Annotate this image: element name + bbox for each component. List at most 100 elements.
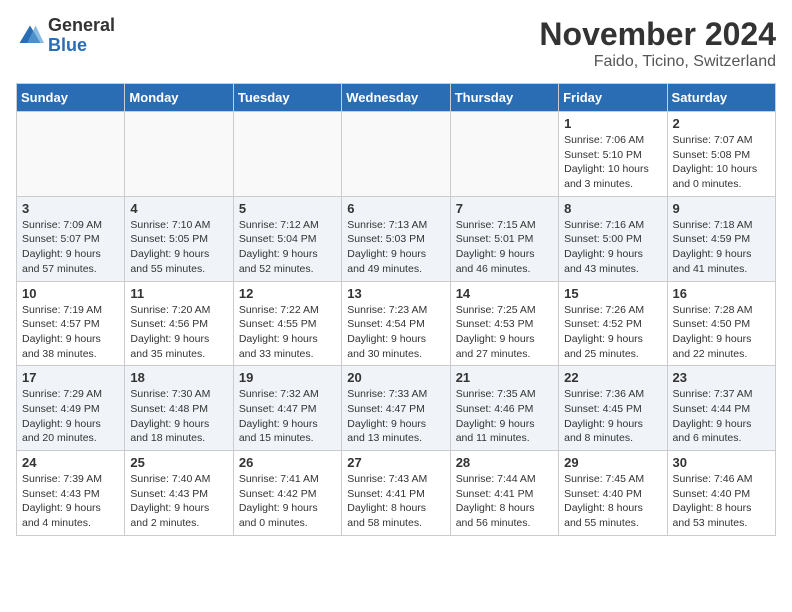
day-info: Sunrise: 7:33 AM Sunset: 4:47 PM Dayligh… — [347, 387, 444, 446]
calendar-cell: 15 Sunrise: 7:26 AM Sunset: 4:52 PM Dayli… — [559, 281, 667, 366]
day-info: Sunrise: 7:30 AM Sunset: 4:48 PM Dayligh… — [130, 387, 227, 446]
day-info: Sunrise: 7:26 AM Sunset: 4:52 PM Dayligh… — [564, 303, 661, 362]
day-number: 5 — [239, 201, 336, 216]
calendar-cell — [233, 112, 341, 197]
calendar-cell: 5Sunrise: 7:12 AM Sunset: 5:04 PM Daylig… — [233, 196, 341, 281]
day-number: 15 — [564, 286, 661, 301]
day-number: 21 — [456, 370, 553, 385]
day-number: 8 — [564, 201, 661, 216]
calendar-cell: 6Sunrise: 7:13 AM Sunset: 5:03 PM Daylig… — [342, 196, 450, 281]
day-info: Sunrise: 7:09 AM Sunset: 5:07 PM Dayligh… — [22, 218, 119, 277]
calendar-table: SundayMondayTuesdayWednesdayThursdayFrid… — [16, 83, 776, 536]
day-number: 27 — [347, 455, 444, 470]
logo-general: General — [48, 16, 115, 36]
day-info: Sunrise: 7:22 AM Sunset: 4:55 PM Dayligh… — [239, 303, 336, 362]
day-info: Sunrise: 7:10 AM Sunset: 5:05 PM Dayligh… — [130, 218, 227, 277]
calendar-cell: 23Sunrise: 7:37 AM Sunset: 4:44 PM Dayli… — [667, 366, 775, 451]
title-area: November 2024 Faido, Ticino, Switzerland — [539, 16, 776, 71]
calendar-cell: 10Sunrise: 7:19 AM Sunset: 4:57 PM Dayli… — [17, 281, 125, 366]
calendar-cell: 27 Sunrise: 7:43 AM Sunset: 4:41 PM Dayli… — [342, 451, 450, 536]
calendar-cell: 18 Sunrise: 7:30 AM Sunset: 4:48 PM Dayli… — [125, 366, 233, 451]
day-number: 18 — [130, 370, 227, 385]
day-number: 7 — [456, 201, 553, 216]
day-number: 26 — [239, 455, 336, 470]
day-number: 23 — [673, 370, 770, 385]
day-info: Sunrise: 7:41 AM Sunset: 4:42 PM Dayligh… — [239, 472, 336, 531]
month-title: November 2024 — [539, 16, 776, 53]
day-number: 13 — [347, 286, 444, 301]
calendar-cell: 22 Sunrise: 7:36 AM Sunset: 4:45 PM Dayli… — [559, 366, 667, 451]
weekday-header-saturday: Saturday — [667, 84, 775, 112]
day-number: 30 — [673, 455, 770, 470]
day-number: 20 — [347, 370, 444, 385]
day-number: 24 — [22, 455, 119, 470]
header: General Blue November 2024 Faido, Ticino… — [16, 16, 776, 71]
day-info: Sunrise: 7:28 AM Sunset: 4:50 PM Dayligh… — [673, 303, 770, 362]
day-number: 4 — [130, 201, 227, 216]
weekday-header-row: SundayMondayTuesdayWednesdayThursdayFrid… — [17, 84, 776, 112]
day-info: Sunrise: 7:29 AM Sunset: 4:49 PM Dayligh… — [22, 387, 119, 446]
day-info: Sunrise: 7:35 AM Sunset: 4:46 PM Dayligh… — [456, 387, 553, 446]
calendar-cell: 21 Sunrise: 7:35 AM Sunset: 4:46 PM Dayli… — [450, 366, 558, 451]
day-number: 2 — [673, 116, 770, 131]
week-row-3: 10Sunrise: 7:19 AM Sunset: 4:57 PM Dayli… — [17, 281, 776, 366]
calendar-cell: 13 Sunrise: 7:23 AM Sunset: 4:54 PM Dayli… — [342, 281, 450, 366]
calendar-cell: 29Sunrise: 7:45 AM Sunset: 4:40 PM Dayli… — [559, 451, 667, 536]
calendar-cell — [17, 112, 125, 197]
calendar-cell: 4 Sunrise: 7:10 AM Sunset: 5:05 PM Daylig… — [125, 196, 233, 281]
week-row-1: 1Sunrise: 7:06 AM Sunset: 5:10 PM Daylig… — [17, 112, 776, 197]
day-number: 12 — [239, 286, 336, 301]
calendar-cell: 24 Sunrise: 7:39 AM Sunset: 4:43 PM Dayli… — [17, 451, 125, 536]
calendar-cell — [450, 112, 558, 197]
day-info: Sunrise: 7:43 AM Sunset: 4:41 PM Dayligh… — [347, 472, 444, 531]
calendar-cell — [342, 112, 450, 197]
weekday-header-wednesday: Wednesday — [342, 84, 450, 112]
day-info: Sunrise: 7:23 AM Sunset: 4:54 PM Dayligh… — [347, 303, 444, 362]
calendar-cell: 30 Sunrise: 7:46 AM Sunset: 4:40 PM Dayli… — [667, 451, 775, 536]
weekday-header-monday: Monday — [125, 84, 233, 112]
calendar-cell: 3Sunrise: 7:09 AM Sunset: 5:07 PM Daylig… — [17, 196, 125, 281]
day-info: Sunrise: 7:07 AM Sunset: 5:08 PM Dayligh… — [673, 133, 770, 192]
logo-icon — [16, 22, 44, 50]
logo-text: General Blue — [48, 16, 115, 56]
calendar-cell: 2 Sunrise: 7:07 AM Sunset: 5:08 PM Daylig… — [667, 112, 775, 197]
calendar-cell: 8 Sunrise: 7:16 AM Sunset: 5:00 PM Daylig… — [559, 196, 667, 281]
day-info: Sunrise: 7:46 AM Sunset: 4:40 PM Dayligh… — [673, 472, 770, 531]
weekday-header-thursday: Thursday — [450, 84, 558, 112]
day-info: Sunrise: 7:16 AM Sunset: 5:00 PM Dayligh… — [564, 218, 661, 277]
day-number: 1 — [564, 116, 661, 131]
day-info: Sunrise: 7:40 AM Sunset: 4:43 PM Dayligh… — [130, 472, 227, 531]
calendar-cell: 19Sunrise: 7:32 AM Sunset: 4:47 PM Dayli… — [233, 366, 341, 451]
calendar-cell: 9Sunrise: 7:18 AM Sunset: 4:59 PM Daylig… — [667, 196, 775, 281]
day-number: 22 — [564, 370, 661, 385]
location-title: Faido, Ticino, Switzerland — [539, 53, 776, 71]
day-info: Sunrise: 7:13 AM Sunset: 5:03 PM Dayligh… — [347, 218, 444, 277]
day-number: 14 — [456, 286, 553, 301]
week-row-4: 17Sunrise: 7:29 AM Sunset: 4:49 PM Dayli… — [17, 366, 776, 451]
week-row-5: 24 Sunrise: 7:39 AM Sunset: 4:43 PM Dayli… — [17, 451, 776, 536]
calendar-cell: 20 Sunrise: 7:33 AM Sunset: 4:47 PM Dayli… — [342, 366, 450, 451]
day-info: Sunrise: 7:15 AM Sunset: 5:01 PM Dayligh… — [456, 218, 553, 277]
calendar-cell: 28Sunrise: 7:44 AM Sunset: 4:41 PM Dayli… — [450, 451, 558, 536]
day-number: 25 — [130, 455, 227, 470]
day-number: 9 — [673, 201, 770, 216]
day-info: Sunrise: 7:39 AM Sunset: 4:43 PM Dayligh… — [22, 472, 119, 531]
day-info: Sunrise: 7:20 AM Sunset: 4:56 PM Dayligh… — [130, 303, 227, 362]
calendar-cell: 25 Sunrise: 7:40 AM Sunset: 4:43 PM Dayli… — [125, 451, 233, 536]
calendar-cell — [125, 112, 233, 197]
day-number: 16 — [673, 286, 770, 301]
calendar-cell: 14Sunrise: 7:25 AM Sunset: 4:53 PM Dayli… — [450, 281, 558, 366]
calendar-cell: 17Sunrise: 7:29 AM Sunset: 4:49 PM Dayli… — [17, 366, 125, 451]
calendar-cell: 12 Sunrise: 7:22 AM Sunset: 4:55 PM Dayli… — [233, 281, 341, 366]
calendar-cell: 7 Sunrise: 7:15 AM Sunset: 5:01 PM Daylig… — [450, 196, 558, 281]
day-info: Sunrise: 7:19 AM Sunset: 4:57 PM Dayligh… — [22, 303, 119, 362]
day-info: Sunrise: 7:36 AM Sunset: 4:45 PM Dayligh… — [564, 387, 661, 446]
logo: General Blue — [16, 16, 115, 56]
day-info: Sunrise: 7:44 AM Sunset: 4:41 PM Dayligh… — [456, 472, 553, 531]
day-number: 29 — [564, 455, 661, 470]
calendar-cell: 26 Sunrise: 7:41 AM Sunset: 4:42 PM Dayli… — [233, 451, 341, 536]
day-number: 19 — [239, 370, 336, 385]
day-number: 11 — [130, 286, 227, 301]
weekday-header-sunday: Sunday — [17, 84, 125, 112]
calendar-cell: 16 Sunrise: 7:28 AM Sunset: 4:50 PM Dayli… — [667, 281, 775, 366]
